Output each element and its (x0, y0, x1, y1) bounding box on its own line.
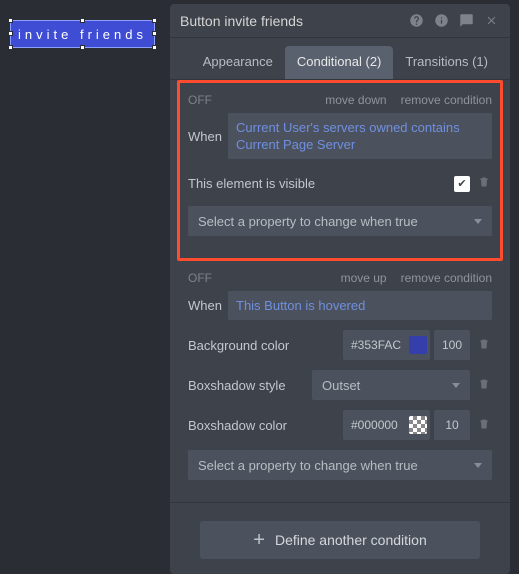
move-up-link[interactable]: move up (341, 271, 387, 285)
comment-icon[interactable] (457, 12, 475, 30)
panel-body: OFF move down remove condition When Curr… (170, 80, 510, 574)
tab-appearance[interactable]: Appearance (191, 46, 285, 79)
chevron-down-icon (474, 219, 482, 224)
remove-condition-link[interactable]: remove condition (401, 271, 492, 285)
move-down-link[interactable]: move down (325, 93, 386, 107)
boxshadow-color-label: Boxshadow color (188, 418, 298, 433)
boxshadow-color-input[interactable]: #000000 (343, 410, 430, 440)
tab-transitions[interactable]: Transitions (1) (393, 46, 500, 79)
define-condition-button[interactable]: + Define another condition (200, 521, 480, 559)
boxshadow-style-select[interactable]: Outset (312, 370, 470, 400)
property-select-placeholder: Select a property to change when true (198, 458, 418, 473)
panel-title: Button invite friends (180, 13, 400, 29)
condition-block: OFF move down remove condition When Curr… (177, 80, 503, 261)
bgcolor-swatch[interactable] (409, 336, 427, 354)
when-expression[interactable]: Current User's servers owned contains Cu… (228, 113, 492, 159)
invite-friends-label: invite friends (18, 27, 147, 42)
remove-condition-link[interactable]: remove condition (401, 93, 492, 107)
bgcolor-input[interactable]: #353FAC (343, 330, 430, 360)
chevron-down-icon (452, 383, 460, 388)
info-icon[interactable] (432, 12, 450, 30)
plus-icon: + (253, 529, 265, 552)
off-toggle[interactable]: OFF (188, 93, 228, 107)
boxshadow-hex: #000000 (351, 418, 403, 432)
bgcolor-alpha[interactable]: 100 (434, 330, 470, 360)
condition-block: OFF move up remove condition When This B… (180, 261, 500, 502)
visible-label: This element is visible (188, 176, 454, 191)
tab-bar: Appearance Conditional (2) Transitions (… (170, 38, 510, 80)
boxshadow-swatch[interactable] (409, 416, 427, 434)
canvas-area: invite friends (0, 0, 170, 565)
boxshadow-alpha[interactable]: 10 (434, 410, 470, 440)
close-icon[interactable] (482, 12, 500, 30)
when-label: When (188, 298, 228, 313)
trash-icon[interactable] (478, 337, 492, 354)
property-select[interactable]: Select a property to change when true (188, 450, 492, 480)
property-select[interactable]: Select a property to change when true (188, 206, 492, 236)
off-toggle[interactable]: OFF (188, 271, 228, 285)
tab-conditional[interactable]: Conditional (2) (285, 46, 394, 79)
define-condition-label: Define another condition (275, 532, 427, 548)
bgcolor-hex: #353FAC (351, 338, 403, 352)
chevron-down-icon (474, 463, 482, 468)
bgcolor-label: Background color (188, 338, 298, 353)
trash-icon[interactable] (478, 417, 492, 434)
boxshadow-style-value: Outset (322, 378, 360, 393)
visible-checkbox[interactable]: ✔ (454, 176, 470, 192)
help-icon[interactable] (407, 12, 425, 30)
trash-icon[interactable] (478, 175, 492, 192)
when-label: When (188, 129, 228, 144)
panel-header: Button invite friends (170, 4, 510, 38)
property-panel: Button invite friends Appearance Conditi… (170, 4, 510, 574)
trash-icon[interactable] (478, 377, 492, 394)
property-select-placeholder: Select a property to change when true (198, 214, 418, 229)
invite-friends-button[interactable]: invite friends (10, 20, 155, 48)
boxshadow-style-label: Boxshadow style (188, 378, 298, 393)
when-expression[interactable]: This Button is hovered (228, 291, 492, 320)
